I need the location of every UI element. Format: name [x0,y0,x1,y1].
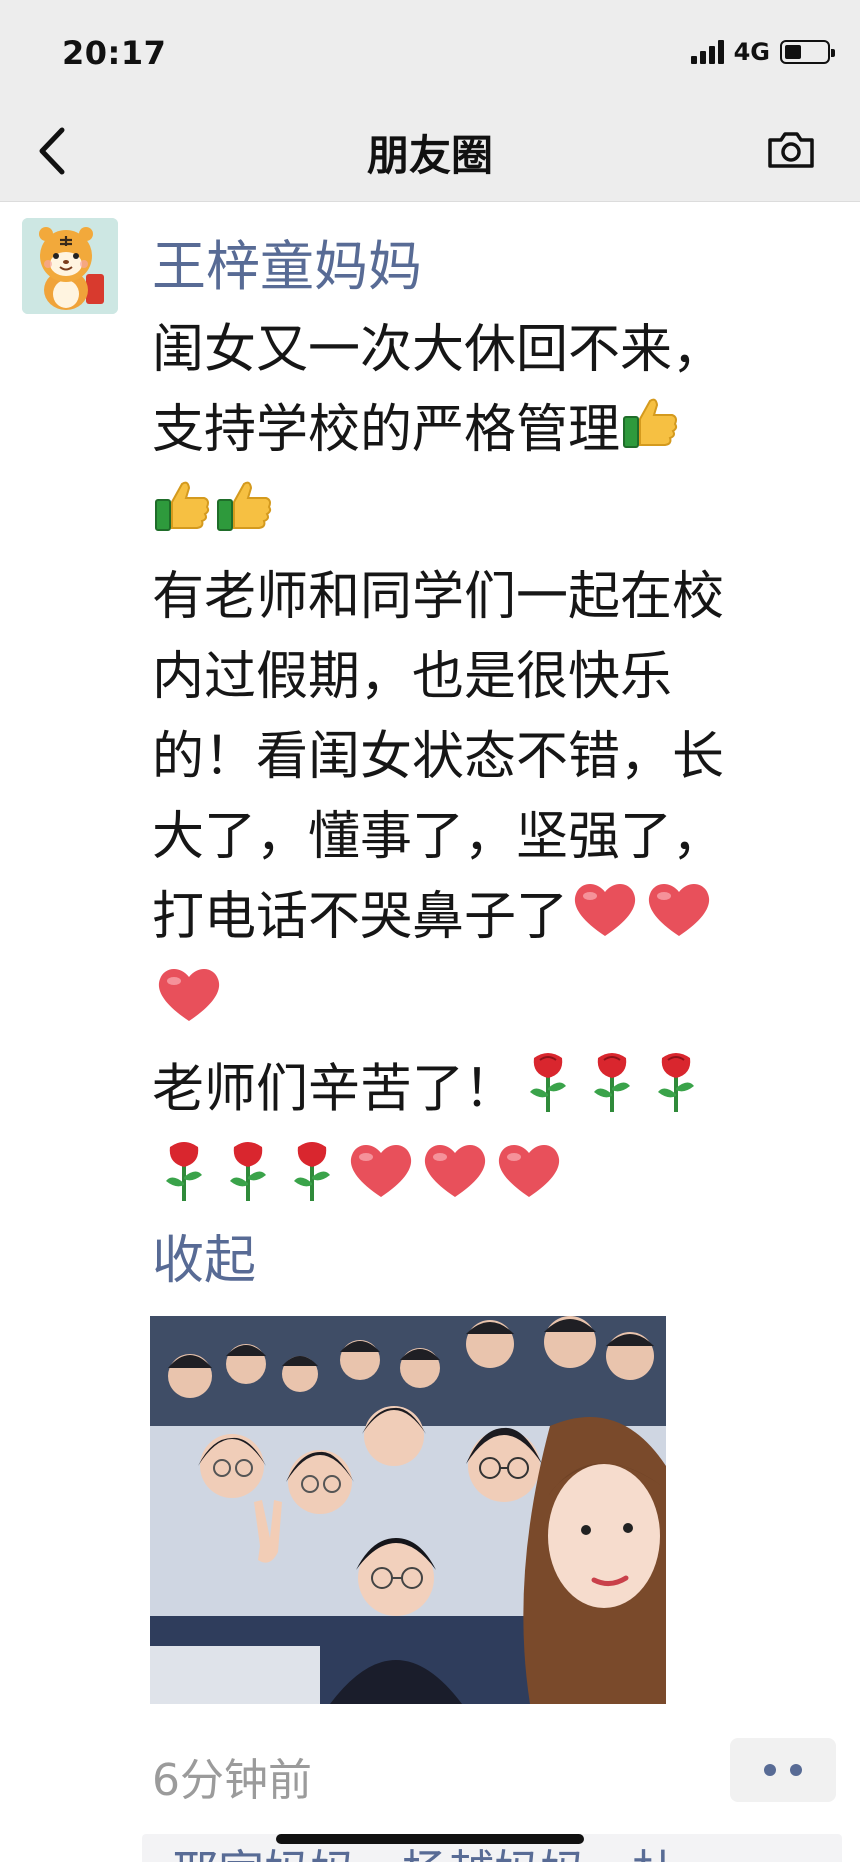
network-type: 4G [733,38,770,66]
post-line: 闺女又一次大休回不来， [152,320,725,380]
status-time: 20:17 [62,34,167,72]
home-indicator[interactable] [276,1834,584,1844]
post-line: 内过假期，也是很快乐 [152,647,673,707]
post-line [152,1137,842,1226]
post-line [152,963,842,1049]
heart-icon [346,1139,416,1224]
heart-icon [570,878,640,963]
top-bar: 20:17 4G 朋友圈 [0,0,860,202]
rose-icon [518,1048,578,1137]
signal-icon [690,40,724,64]
heart-icon [420,1139,490,1224]
rose-icon [582,1048,642,1137]
avatar[interactable] [22,218,118,314]
post-line: 的！看闺女状态不错，长 [152,727,725,787]
post-line: 支持学校的严格管理 [152,390,842,474]
post-line: 打电话不哭鼻子了 [152,877,842,963]
camera-icon[interactable] [766,130,816,170]
post-line: 有老师和同学们一起在校 [152,567,725,627]
rose-icon [646,1048,706,1137]
status-indicators: 4G [690,38,835,66]
likes-preview[interactable]: 邢家妈妈，杨越妈妈，杜 [172,1842,842,1862]
more-actions-button[interactable] [730,1738,836,1802]
post-body: 闺女又一次大休回不来， 支持学校的严格管理 有老师和同学们一起在校 内过假期，也… [152,310,842,1226]
heart-icon [494,1139,564,1224]
author-name[interactable]: 王梓童妈妈 [152,222,422,301]
heart-icon [644,878,714,963]
thumbs-up-icon [216,476,274,557]
rose-icon [282,1137,342,1226]
post-time: 6分钟前 [152,1755,312,1806]
dot-icon [764,1764,776,1776]
post-line: 老师们辛苦了！ [152,1048,842,1137]
rose-icon [154,1137,214,1226]
heart-icon [154,963,224,1048]
dot-icon [790,1764,802,1776]
post-line: 大了，懂事了，坚强了， [152,807,725,867]
rose-icon [218,1137,278,1226]
page-title: 朋友圈 [366,131,493,180]
thumbs-up-icon [622,393,680,474]
battery-icon [780,40,835,64]
post-line [152,474,842,558]
thumbs-up-icon [154,476,212,557]
collapse-link[interactable]: 收起 [152,1218,256,1293]
post-photo[interactable] [150,1316,666,1704]
